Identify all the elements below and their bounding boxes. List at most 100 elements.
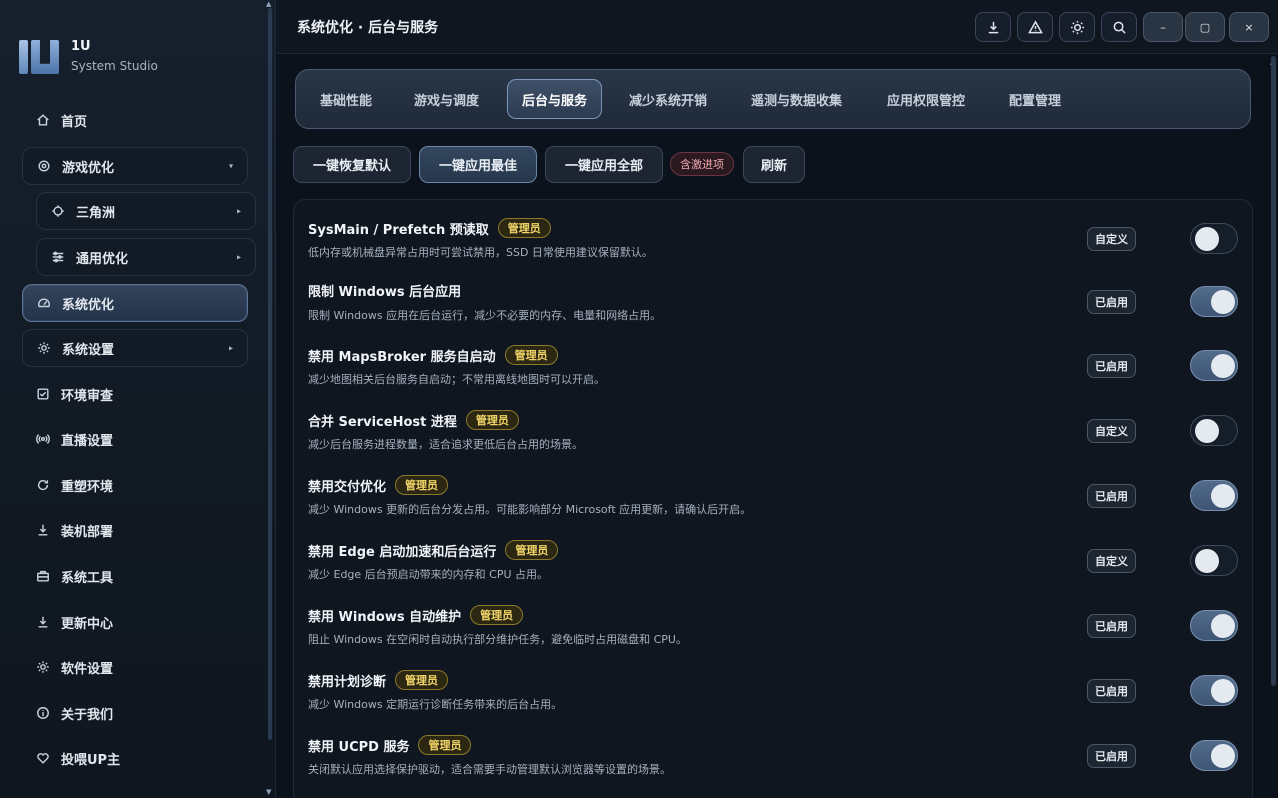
gauge-icon (36, 295, 52, 311)
heart-icon (35, 750, 51, 766)
setting-row: 限制 Windows 后台应用 限制 Windows 应用在后台运行，减少不必要… (308, 269, 1238, 329)
admin-badge: 管理员 (470, 605, 524, 625)
download-icon (35, 522, 51, 538)
sidebar-item-label: 装机部署 (61, 524, 114, 540)
sidebar-item-label: 更新中心 (61, 616, 114, 632)
refresh-button[interactable]: 刷新 (743, 146, 805, 183)
setting-toggle[interactable] (1190, 415, 1238, 446)
chevron-right-icon: ▸ (236, 206, 241, 216)
sidebar-item-live-settings[interactable]: 直播设置 (22, 420, 248, 458)
setting-toggle[interactable] (1190, 223, 1238, 254)
sidebar-item-label: 三角洲 (76, 205, 116, 221)
sidebar-item-label: 系统设置 (62, 342, 115, 358)
tab-game-scheduling[interactable]: 游戏与调度 (400, 79, 493, 119)
setting-description: 减少 Edge 后台预启动带来的内存和 CPU 占用。 (308, 568, 549, 581)
crosshair-icon (50, 203, 66, 219)
setting-toggle[interactable] (1190, 545, 1238, 576)
title-bar: 系统优化 · 后台与服务 – ▢ × (277, 0, 1278, 54)
main-scrollbar[interactable] (1271, 56, 1276, 686)
sidebar-item-deploy[interactable]: 装机部署 (22, 511, 248, 549)
brand: 1U System Studio (19, 38, 158, 74)
sidebar-item-update-center[interactable]: 更新中心 (22, 603, 248, 641)
setting-row: 禁用交付优化 管理员 减少 Windows 更新的后台分发占用。可能影响部分 Mi… (308, 463, 1238, 523)
chevron-right-icon: ▸ (236, 252, 241, 262)
checkbox-icon (35, 386, 51, 402)
setting-description: 减少 Windows 定期运行诊断任务带来的后台占用。 (308, 698, 563, 711)
setting-description: 阻止 Windows 在空闲时自动执行部分维护任务，避免临时占用磁盘和 CPU。 (308, 633, 687, 646)
setting-toggle[interactable] (1190, 675, 1238, 706)
sidebar-item-system-tools[interactable]: 系统工具 (22, 557, 248, 595)
theme-button[interactable] (1059, 12, 1095, 42)
setting-row: SysMain / Prefetch 预读取 管理员 低内存或机械盘异常占用时可尝… (308, 206, 1238, 266)
setting-toggle[interactable] (1190, 740, 1238, 771)
close-icon: × (1244, 20, 1254, 34)
setting-title: 禁用计划诊断 (308, 674, 387, 690)
warning-icon (1027, 19, 1043, 33)
sidebar-item-home[interactable]: 首页 (22, 101, 248, 139)
sidebar-item-system-settings[interactable]: 系统设置 ▸ (22, 329, 248, 367)
sidebar-item-software-settings[interactable]: 软件设置 (22, 648, 248, 686)
apply-best-button[interactable]: 一键应用最佳 (419, 146, 537, 183)
minimize-button[interactable]: – (1143, 12, 1183, 42)
chevron-down-icon: ▾ (228, 161, 233, 171)
setting-row: 禁用 Windows 自动维护 管理员 阻止 Windows 在空闲时自动执行部分… (308, 593, 1238, 653)
gear-icon (36, 340, 52, 356)
apply-all-button[interactable]: 一键应用全部 (545, 146, 663, 183)
tab-reduce-overhead[interactable]: 减少系统开销 (615, 79, 721, 119)
download-button[interactable] (975, 12, 1011, 42)
admin-badge: 管理员 (395, 670, 449, 690)
download-icon (988, 21, 998, 33)
setting-toggle[interactable] (1190, 480, 1238, 511)
tab-background-services[interactable]: 后台与服务 (507, 79, 603, 119)
setting-description: 减少后台服务进程数量，适合追求更低后台占用的场景。 (308, 438, 583, 451)
status-badge: 已启用 (1087, 290, 1136, 314)
sidebar-item-label: 重塑环境 (61, 479, 114, 495)
tab-app-permissions[interactable]: 应用权限管控 (873, 79, 979, 119)
gear-icon (35, 659, 51, 675)
sidebar-item-delta[interactable]: 三角洲 ▸ (36, 192, 256, 230)
setting-description: 限制 Windows 应用在后台运行，减少不必要的内存、电量和网络占用。 (308, 309, 662, 322)
setting-description: 关闭默认应用选择保护驱动，适合需要手动管理默认浏览器等设置的场景。 (308, 763, 671, 776)
scroll-up-icon[interactable]: ▲ (266, 0, 271, 8)
setting-title: 禁用 Windows 自动维护 (308, 609, 462, 625)
sidebar-item-env-check[interactable]: 环境审查 (22, 375, 248, 413)
settings-list: SysMain / Prefetch 预读取 管理员 低内存或机械盘异常占用时可尝… (293, 199, 1253, 798)
setting-toggle[interactable] (1190, 350, 1238, 381)
setting-title: 禁用 UCPD 服务 (308, 739, 410, 755)
admin-badge: 管理员 (497, 218, 551, 238)
setting-description: 减少 Windows 更新的后台分发占用。可能影响部分 Microsoft 应用… (308, 503, 752, 516)
sidebar-item-game-optimize[interactable]: 游戏优化 ▾ (22, 147, 248, 185)
sidebar-item-donate[interactable]: 投喂UP主 (22, 739, 248, 777)
tab-bar: 基础性能 游戏与调度 后台与服务 减少系统开销 遥测与数据收集 应用权限管控 配… (295, 69, 1251, 129)
sun-icon (1070, 20, 1084, 34)
admin-badge: 管理员 (505, 540, 559, 560)
sidebar-item-reshape-env[interactable]: 重塑环境 (22, 466, 248, 504)
setting-title: 限制 Windows 后台应用 (308, 285, 462, 300)
maximize-button[interactable]: ▢ (1185, 12, 1225, 42)
setting-toggle[interactable] (1190, 610, 1238, 641)
sidebar-item-about[interactable]: 关于我们 (22, 694, 248, 732)
setting-toggle[interactable] (1190, 286, 1238, 317)
warning-button[interactable] (1017, 12, 1053, 42)
admin-badge: 管理员 (465, 410, 519, 430)
sidebar-scrollbar[interactable] (268, 8, 272, 740)
setting-description: 低内存或机械盘异常占用时可尝试禁用，SSD 日常使用建议保留默认。 (308, 246, 653, 259)
tab-telemetry[interactable]: 遥测与数据收集 (737, 79, 856, 119)
admin-badge: 管理员 (395, 475, 449, 495)
toolbox-icon (35, 568, 51, 584)
status-badge: 已启用 (1087, 679, 1136, 703)
tab-basic-performance[interactable]: 基础性能 (306, 79, 386, 119)
status-badge: 已启用 (1087, 484, 1136, 508)
search-button[interactable] (1101, 12, 1137, 42)
scroll-down-icon[interactable]: ▼ (266, 788, 271, 796)
info-icon (35, 705, 51, 721)
aggressive-tag: 含激进项 (670, 152, 734, 176)
search-icon (1113, 21, 1126, 34)
sidebar-item-general-optimize[interactable]: 通用优化 ▸ (36, 238, 256, 276)
tab-config-management[interactable]: 配置管理 (995, 79, 1075, 119)
sidebar-item-system-optimize[interactable]: 系统优化 (22, 284, 248, 322)
restore-default-button[interactable]: 一键恢复默认 (293, 146, 411, 183)
sidebar-item-label: 系统优化 (62, 297, 115, 313)
close-button[interactable]: × (1229, 12, 1269, 42)
status-badge: 已启用 (1087, 614, 1136, 638)
